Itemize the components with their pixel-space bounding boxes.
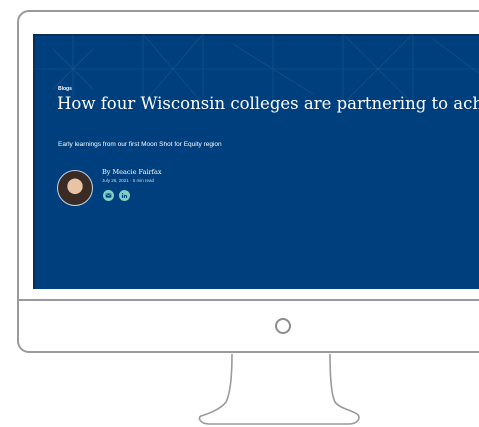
share-email-button[interactable]	[103, 190, 114, 201]
article-title: How four Wisconsin colleges are partneri…	[57, 94, 479, 113]
email-icon	[105, 193, 112, 198]
share-linkedin-button[interactable]	[119, 190, 130, 201]
monitor-chin-divider	[19, 299, 479, 301]
author-name[interactable]: By Meacie Fairfax	[102, 168, 162, 176]
power-button-icon	[275, 318, 291, 334]
article-subtitle: Early learnings from our first Moon Shot…	[58, 141, 222, 148]
monitor-screen: Blogs How four Wisconsin colleges are pa…	[33, 34, 479, 289]
article-meta: July 26, 2021 · 5 min read	[102, 178, 155, 183]
author-avatar	[57, 170, 93, 206]
linkedin-icon	[121, 192, 128, 198]
monitor-illustration: Blogs How four Wisconsin colleges are pa…	[0, 0, 479, 427]
share-buttons	[103, 190, 130, 201]
article-category[interactable]: Blogs	[58, 86, 72, 92]
monitor-stand	[198, 353, 360, 425]
